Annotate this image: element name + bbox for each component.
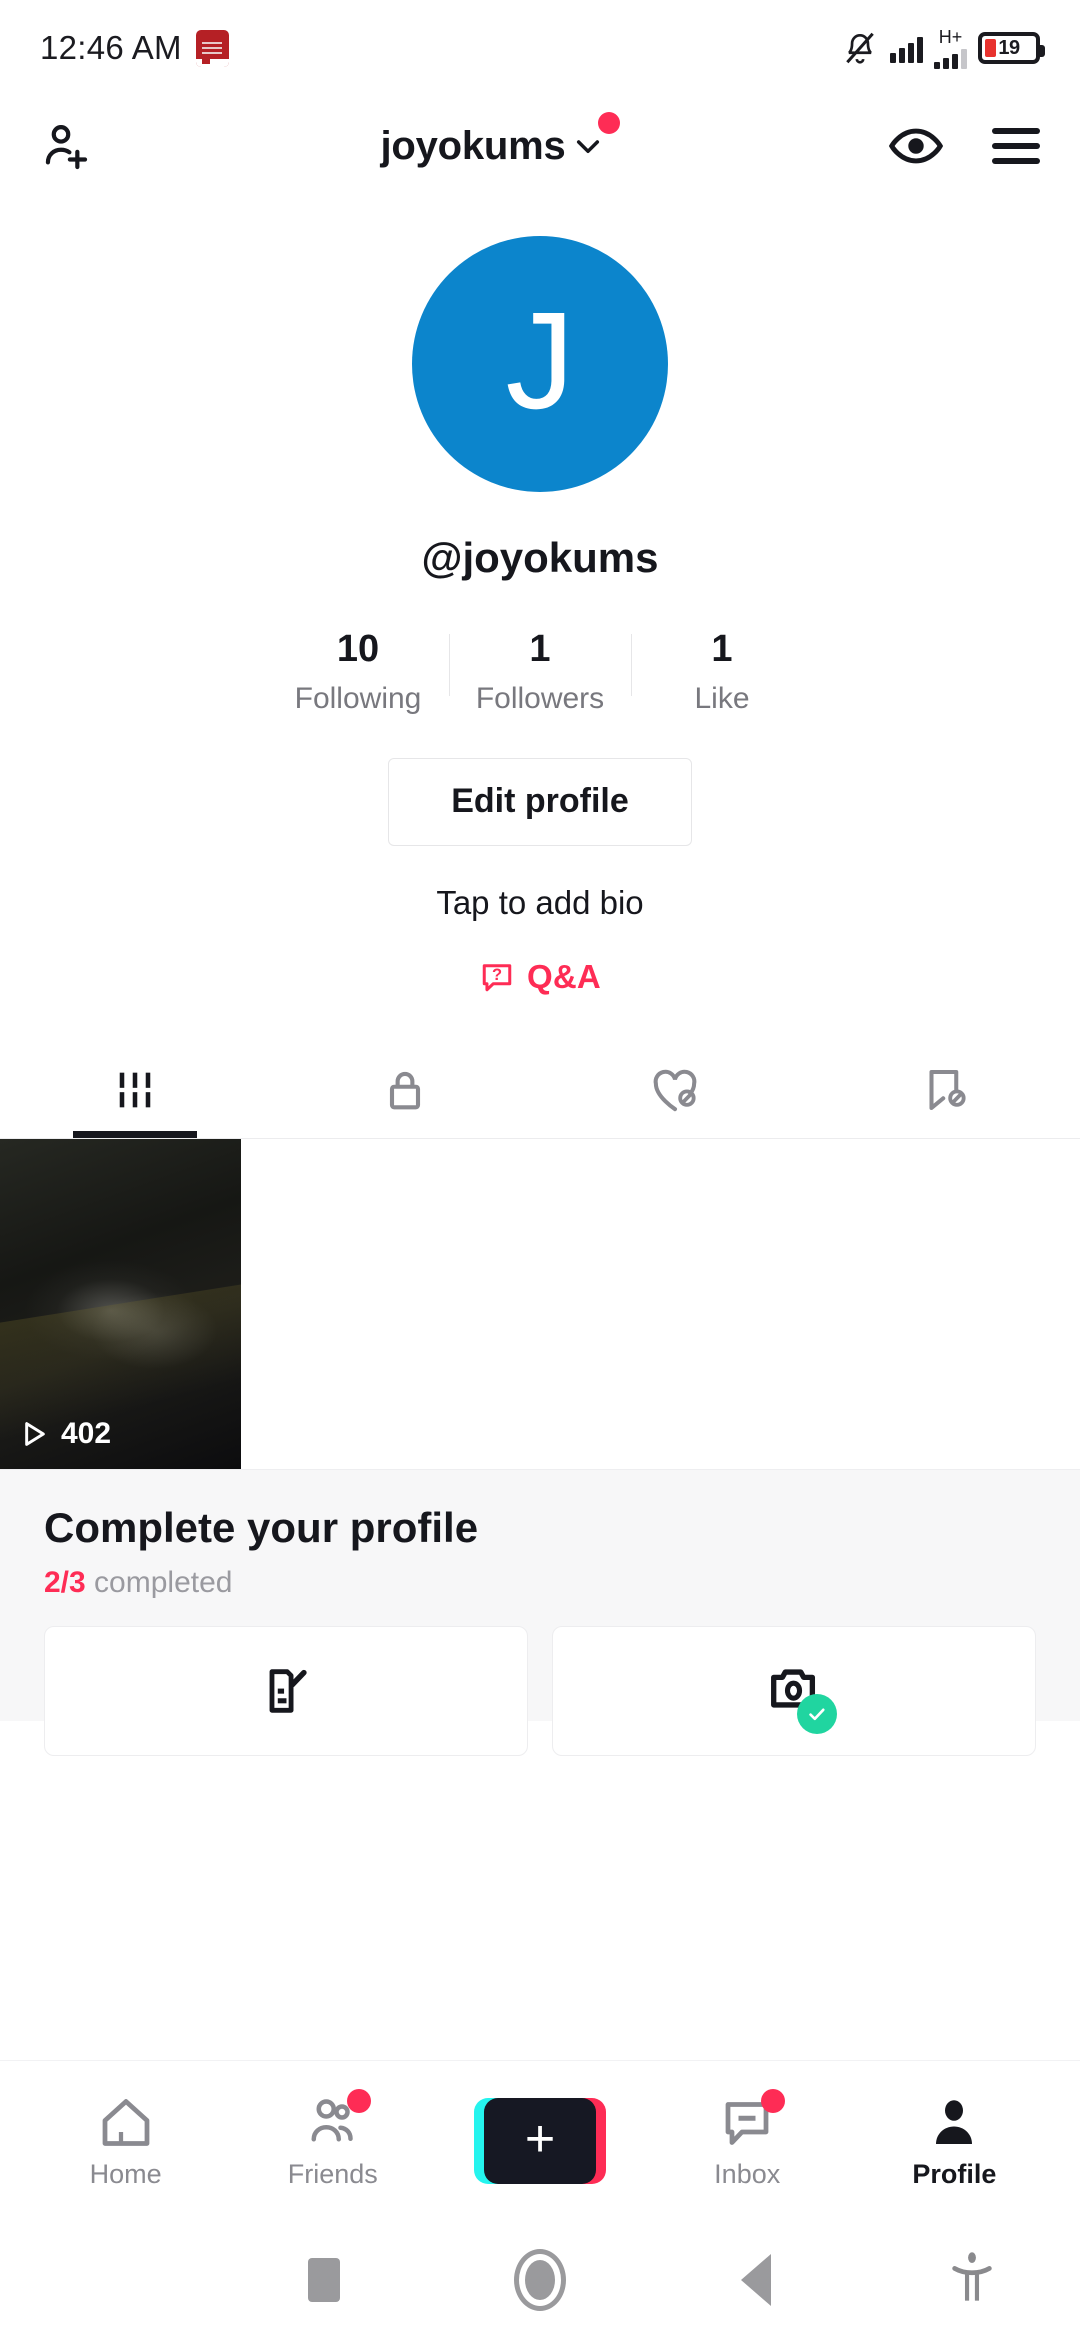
sys-nav-recents[interactable] (216, 2258, 432, 2302)
nav-item-profile[interactable]: Profile (851, 2091, 1058, 2190)
sys-nav-home[interactable] (432, 2249, 648, 2311)
bible-app-icon (195, 29, 229, 67)
tab-videos[interactable] (0, 1042, 270, 1138)
stat-label: Like (694, 681, 750, 715)
tab-private[interactable] (270, 1042, 540, 1138)
square-recents-icon (308, 2258, 340, 2302)
profile-section: J @joyokums 10 Following 1 Followers 1 L… (0, 196, 1080, 996)
profile-header: joyokums (0, 96, 1080, 196)
plus-glyph: + (524, 2109, 556, 2168)
status-bar: 12:46 AM H+ 19 (0, 0, 1080, 96)
qa-label: Q&A (527, 957, 601, 995)
status-bar-left: 12:46 AM (40, 29, 229, 67)
header-actions (888, 118, 1040, 174)
header-username: joyokums (380, 123, 566, 168)
bell-muted-icon (846, 32, 874, 64)
task-card-add-bio[interactable] (44, 1625, 528, 1756)
sys-nav-accessibility[interactable] (864, 2249, 1080, 2311)
battery-percent-label: 19 (998, 36, 1020, 59)
person-icon (936, 2100, 973, 2144)
progress-suffix: completed (85, 1565, 233, 1599)
network-type-group: H+ (934, 28, 967, 69)
profile-tabs (0, 1042, 1080, 1138)
status-bar-right: H+ 19 (841, 28, 1045, 69)
tab-liked[interactable] (540, 1042, 810, 1138)
nav-label-home: Home (89, 2159, 162, 2189)
play-triangle-icon (25, 1421, 45, 1446)
tab-favorites[interactable] (810, 1042, 1080, 1138)
stat-label: Following (294, 681, 422, 715)
avatar-letter: J (505, 284, 575, 438)
stat-likes[interactable]: 1 Like (631, 626, 813, 716)
chevron-down-icon (576, 140, 599, 154)
inbox-badge-dot (761, 2089, 786, 2113)
complete-profile-title: Complete your profile (44, 1503, 479, 1551)
stat-value: 1 (529, 628, 551, 670)
complete-profile-tasks (44, 1625, 1036, 1756)
status-bar-clock: 12:46 AM (40, 29, 182, 66)
bottom-navigation-bar: Home Friends + Inbox Profile (0, 2060, 1080, 2220)
friends-icon-wrapper (303, 2089, 371, 2153)
friends-badge-dot (346, 2089, 371, 2113)
complete-profile-panel: Complete your profile 2/3 completed (0, 1468, 1080, 1756)
nav-item-home[interactable]: Home (22, 2091, 229, 2190)
network-type-label: H+ (938, 26, 963, 47)
stat-followers[interactable]: 1 Followers (449, 626, 631, 716)
signal-bars-sim1-icon (890, 33, 923, 63)
circle-home-icon (514, 2249, 566, 2311)
signal-bars-sim2-icon (934, 47, 967, 69)
nav-item-inbox[interactable]: Inbox (644, 2089, 851, 2190)
eye-icon[interactable] (888, 118, 944, 174)
svg-text:?: ? (492, 966, 502, 984)
username-switcher[interactable]: joyokums (380, 111, 620, 169)
question-bubble-icon: ? (482, 963, 512, 991)
add-person-icon[interactable] (40, 118, 96, 174)
qa-link[interactable]: ? Q&A (0, 958, 1080, 996)
sys-nav-back[interactable] (648, 2254, 864, 2306)
active-tab-indicator (73, 1130, 197, 1138)
task-completed-badge (797, 1694, 837, 1734)
tiktok-profile-screen: 12:46 AM H+ 19 joyokums J @joyokums 10 F… (0, 0, 1080, 2340)
bookmark-hidden-icon (929, 1069, 966, 1110)
hamburger-menu-icon[interactable] (992, 128, 1040, 164)
edit-document-icon (269, 1668, 307, 1713)
stat-following[interactable]: 10 Following (267, 626, 449, 716)
play-count-label: 402 (61, 1416, 112, 1450)
task-card-add-photo[interactable] (552, 1625, 1036, 1756)
stat-value: 10 (336, 628, 380, 670)
complete-profile-progress: 2/3 completed (44, 1566, 1036, 1600)
nav-item-create[interactable]: + (436, 2097, 643, 2184)
header-notification-dot (597, 111, 620, 134)
battery-icon: 19 (978, 32, 1045, 64)
video-grid-empty-area (241, 1138, 1080, 1469)
stat-label: Followers (475, 681, 605, 715)
camera-icon-wrapper (765, 1659, 837, 1734)
accessibility-icon (952, 2252, 992, 2301)
inbox-icon-wrapper (717, 2089, 786, 2153)
triangle-back-icon (741, 2254, 771, 2306)
home-icon (102, 2099, 149, 2146)
lock-icon (389, 1071, 421, 1109)
heart-hidden-icon (653, 1069, 697, 1111)
video-play-count: 402 (18, 1417, 111, 1451)
nav-label-friends: Friends (287, 2159, 378, 2189)
progress-fraction: 2/3 (44, 1565, 86, 1599)
edit-profile-button[interactable]: Edit profile (388, 757, 692, 846)
check-icon (809, 1708, 825, 1721)
profile-handle: @joyokums (421, 534, 659, 581)
video-cell[interactable]: 402 (0, 1138, 241, 1469)
home-icon-wrapper (96, 2091, 156, 2153)
avatar[interactable]: J (412, 236, 668, 492)
grid-bars-icon (119, 1072, 151, 1107)
person-icon-wrapper (924, 2091, 984, 2153)
nav-label-inbox: Inbox (714, 2159, 781, 2189)
stat-value: 1 (711, 628, 733, 670)
create-plus-icon[interactable]: + (474, 2097, 606, 2184)
nav-label-profile: Profile (912, 2159, 997, 2189)
profile-stats: 10 Following 1 Followers 1 Like (0, 626, 1080, 716)
bio-placeholder[interactable]: Tap to add bio (0, 884, 1080, 922)
nav-item-friends[interactable]: Friends (229, 2089, 436, 2190)
video-grid: 402 (0, 1138, 1080, 1469)
android-system-nav (0, 2220, 1080, 2340)
